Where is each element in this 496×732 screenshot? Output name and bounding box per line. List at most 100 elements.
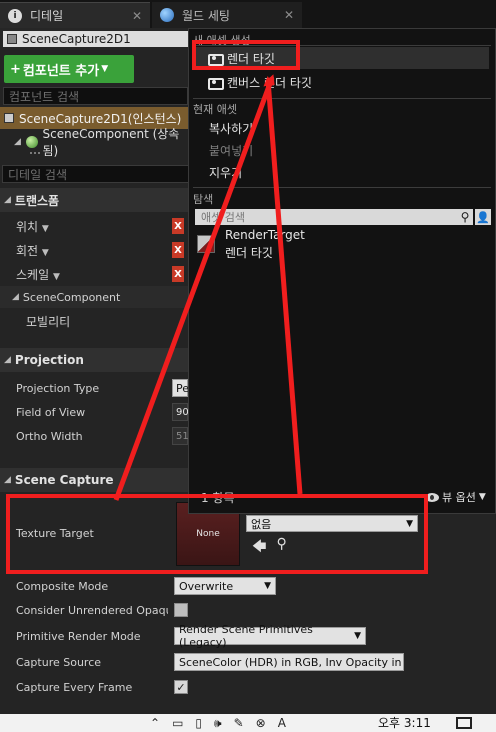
add-component-button[interactable]: + 컴포넌트 추가 ▼ [4,55,134,83]
add-component-label: 컴포넌트 추가 [22,63,100,79]
prop-location-label: 위치 [16,219,39,234]
windows-taskbar: ⌃ ▭ ▯ 🕪 ✎ ⊗ A 오후 3:11 [0,714,496,732]
network-icon[interactable]: ▭ [172,716,183,731]
keyboard-icon[interactable]: A [278,716,286,731]
canvas-render-target-icon [207,76,224,90]
taskbar-clock[interactable]: 오후 3:11 [378,714,431,731]
prop-consider-unrendered-label: Consider Unrendered Opaque P [16,603,168,617]
tab-world-settings-label: 월드 세팅 [182,8,230,23]
annotation-box-render-target [192,40,300,70]
chevron-down-icon: ▼ [101,64,109,74]
plus-icon: + [10,61,21,77]
component-instance-label: SceneCapture2D1(인스턴스) [19,111,182,126]
menu-item-paste: 붙여넣기 [193,139,489,161]
menu-item-clear[interactable]: 지우기 [193,161,489,183]
actor-name-text: SceneCapture2D1 [22,32,131,46]
composite-mode-dropdown[interactable]: Overwrite ▼ [174,577,276,595]
section-scene-capture-title: Scene Capture [14,473,114,487]
cube-icon [4,113,14,123]
section-transform-title: 트랜스폼 [14,193,60,208]
info-icon: i [8,8,22,23]
subsection-scene-component-title: SceneComponent [22,290,121,304]
collapse-triangle-icon[interactable]: ◢ [4,195,11,205]
user-filter-icon[interactable]: 👤 [475,209,491,225]
view-options-label: 뷰 옵션 [442,491,476,504]
capture-source-dropdown[interactable]: SceneColor (HDR) in RGB, Inv Opacity in … [174,653,404,671]
prop-capture-every-frame: Capture Every Frame ✓ [0,676,496,698]
globe-icon [160,8,174,22]
section-projection-title: Projection [14,353,84,367]
asset-picker-popup: 새 애셋 생성 렌더 타깃 캔버스 렌더 타깃 현재 애셋 복사하기 붙여넣기 … [188,28,496,514]
prop-primitive-render-mode: Primitive Render Mode Render Scene Primi… [0,623,496,649]
fov-input[interactable]: 90 [172,403,189,421]
menu-item-clear-label: 지우기 [209,165,243,180]
prop-capture-source-label: Capture Source [16,655,102,669]
prop-scale-label: 스케일 [16,267,50,282]
tree-row-scene-component[interactable]: ◢ SceneComponent (상속됨) [0,127,190,158]
chevron-down-icon: ▼ [354,631,361,641]
capture-source-value: SceneColor (HDR) in RGB, Inv Opacity in … [179,655,404,669]
notification-icon[interactable] [456,717,472,729]
prop-primitive-render-label: Primitive Render Mode [16,629,141,643]
ortho-width-input[interactable]: 51 [172,427,189,445]
ime-icon[interactable]: ⊗ [256,716,266,731]
prop-rotation-label: 회전 [16,243,39,258]
render-target-asset-thumbnail[interactable] [197,235,215,253]
asset-search-input[interactable]: 애셋 검색 [195,209,457,225]
current-asset-header: 현재 애셋 [193,103,237,116]
prop-mobility-label: 모빌리티 [26,314,71,329]
chevron-down-icon: ▼ [478,492,486,502]
menu-item-canvas-render-target[interactable]: 캔버스 렌더 타깃 [193,71,489,93]
consider-unrendered-checkbox[interactable] [174,603,188,617]
primitive-render-dropdown[interactable]: Render Scene Primitives (Legacy) ▼ [174,623,366,649]
view-options-button[interactable]: 뷰 옵션 ▼ [425,489,486,505]
menu-item-canvas-render-target-label: 캔버스 렌더 타깃 [227,75,312,90]
details-search-input[interactable]: 디테일 검색 [2,165,190,183]
chevron-down-icon[interactable]: ▼ [42,224,49,234]
menu-item-paste-label: 붙여넣기 [209,143,254,158]
prop-capture-every-frame-label: Capture Every Frame [16,680,133,694]
tab-details-label: 디테일 [30,9,64,23]
asset-type-label[interactable]: RenderTarget [225,228,305,242]
x-axis-badge: X [172,242,184,258]
chevron-up-icon[interactable]: ⌃ [150,716,160,731]
tab-details[interactable]: i 디테일 ✕ [0,2,150,28]
tab-world-settings[interactable]: 월드 세팅 ✕ [152,2,302,28]
capture-every-frame-checkbox[interactable]: ✓ [174,680,188,694]
asset-name-label[interactable]: 렌더 타깃 [225,244,273,261]
system-tray: ⌃ ▭ ▯ 🕪 ✎ ⊗ A [150,716,286,731]
menu-item-copy-label: 복사하기 [209,121,254,136]
close-icon[interactable]: ✕ [284,8,294,22]
component-search-input[interactable]: 컴포넌트 검색 [3,87,188,105]
tab-bar: i 디테일 ✕ 월드 세팅 ✕ [0,0,496,28]
chevron-down-icon: ▼ [264,581,271,591]
chevron-down-icon[interactable]: ▼ [42,248,49,258]
divider [193,98,491,99]
collapse-triangle-icon[interactable]: ◢ [4,475,11,485]
pen-icon[interactable]: ✎ [234,716,244,731]
close-icon[interactable]: ✕ [132,9,142,23]
chevron-down-icon[interactable]: ▼ [53,272,60,282]
prop-composite-mode-label: Composite Mode [16,579,109,593]
collapse-triangle-icon[interactable]: ◢ [12,292,19,302]
scene-component-icon [25,136,38,148]
primitive-render-value: Render Scene Primitives (Legacy) [179,623,313,649]
scene-component-label: SceneComponent (상속됨) [42,127,180,158]
actor-name-field[interactable]: SceneCapture2D1 [3,31,188,47]
expand-triangle-icon[interactable]: ◢ [14,137,21,147]
projection-type-dropdown[interactable]: Pe [172,379,189,397]
cube-icon [7,34,17,44]
x-axis-badge: X [172,218,184,234]
prop-projection-type-label: Projection Type [16,381,100,395]
search-icon[interactable]: ⚲ [457,209,473,225]
prop-capture-source: Capture Source SceneColor (HDR) in RGB, … [0,650,496,674]
subsection-scene-component[interactable]: ◢ SceneComponent [0,286,188,308]
browse-header: 탐색 [193,193,214,206]
prop-consider-unrendered: Consider Unrendered Opaque P [0,599,496,621]
divider [193,187,491,188]
battery-icon[interactable]: ▯ [195,716,202,731]
tree-connector [30,152,40,158]
volume-icon[interactable]: 🕪 [214,716,222,731]
collapse-triangle-icon[interactable]: ◢ [4,355,11,365]
menu-item-copy[interactable]: 복사하기 [193,117,489,139]
